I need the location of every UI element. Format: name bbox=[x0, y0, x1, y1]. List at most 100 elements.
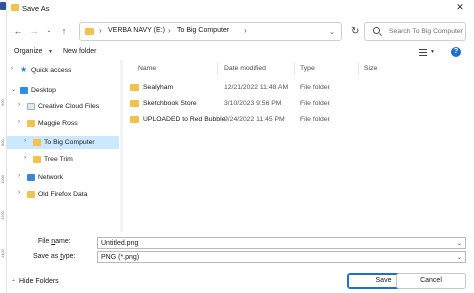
file-type: File folder bbox=[300, 100, 330, 107]
nav-item-label: Network bbox=[38, 174, 63, 181]
chevron-down-icon: ▼ bbox=[48, 49, 53, 55]
address-bar[interactable]: › VERBA NAVY (E:) › To Big Computer › bbox=[79, 22, 342, 41]
command-bar: Organize ▼ New folder ▼ ? bbox=[7, 46, 474, 60]
ruler-mark: 800 bbox=[0, 139, 5, 146]
nav-item-maggie-ross[interactable]: › Maggie Ross bbox=[7, 117, 119, 130]
chevron-right-icon[interactable]: › bbox=[11, 66, 13, 72]
table-row[interactable]: Sealyham 12/21/2022 11:48 AM File folder bbox=[124, 81, 474, 94]
folder-icon bbox=[130, 84, 139, 91]
column-divider[interactable] bbox=[217, 63, 218, 75]
search-icon bbox=[373, 27, 380, 34]
file-name-value[interactable]: Untitled.png bbox=[101, 240, 138, 247]
nav-item-label: Tree Trim bbox=[44, 156, 73, 163]
help-icon[interactable]: ? bbox=[451, 47, 461, 57]
nav-item-network[interactable]: › Network bbox=[7, 171, 119, 184]
folder-icon bbox=[11, 4, 19, 11]
file-name-field[interactable]: Untitled.png ⌄ bbox=[97, 237, 466, 249]
file-name-label: File name: bbox=[38, 238, 71, 245]
network-icon bbox=[27, 174, 35, 181]
column-header-date[interactable]: Date modified bbox=[224, 65, 266, 72]
nav-item-label: Creative Cloud Files bbox=[38, 103, 100, 110]
folder-icon bbox=[33, 156, 41, 163]
nav-item-creative-cloud[interactable]: › Creative Cloud Files bbox=[7, 100, 119, 113]
breadcrumb-chevron-icon[interactable]: › bbox=[244, 26, 247, 35]
ruler-mark: 1200 bbox=[0, 211, 5, 220]
save-as-dialog: Save As ✕ ← → ⌄ ↑ › VERBA NAVY (E:) › To… bbox=[7, 0, 474, 293]
breadcrumb-folder[interactable]: To Big Computer bbox=[177, 27, 229, 34]
file-date: 9/24/2022 11:45 PM bbox=[224, 116, 285, 123]
chevron-right-icon[interactable]: › bbox=[24, 155, 26, 161]
up-arrow-icon[interactable]: ↑ bbox=[59, 25, 69, 37]
address-row: ← → ⌄ ↑ › VERBA NAVY (E:) › To Big Compu… bbox=[7, 20, 474, 42]
view-options-icon[interactable] bbox=[419, 49, 427, 56]
folder-icon bbox=[33, 139, 41, 146]
close-icon[interactable]: ✕ bbox=[454, 2, 466, 13]
folder-icon bbox=[130, 116, 139, 123]
navigation-pane: › ★ Quick access ⌄ Desktop › Creative Cl… bbox=[7, 60, 119, 232]
table-row[interactable]: UPLOADED to Red Bubble 9/24/2022 11:45 P… bbox=[124, 113, 474, 126]
breadcrumb-drive[interactable]: VERBA NAVY (E:) bbox=[108, 27, 165, 34]
back-arrow-icon[interactable]: ← bbox=[13, 25, 23, 37]
chevron-up-icon[interactable]: ⌃ bbox=[11, 279, 16, 286]
nav-item-tree-trim[interactable]: › Tree Trim bbox=[7, 153, 119, 166]
label-text: ame: bbox=[55, 238, 71, 245]
forward-arrow-icon[interactable]: → bbox=[29, 25, 39, 37]
nav-item-label: Maggie Ross bbox=[38, 120, 78, 127]
nav-item-label: To Big Computer bbox=[44, 139, 95, 146]
refresh-icon[interactable]: ↻ bbox=[351, 26, 359, 37]
new-folder-button[interactable]: New folder bbox=[63, 48, 96, 55]
file-name: Sealyham bbox=[143, 84, 174, 91]
file-type: File folder bbox=[300, 116, 330, 123]
nav-item-label: Desktop bbox=[31, 87, 56, 94]
chevron-down-icon[interactable]: ⌄ bbox=[44, 25, 54, 37]
file-date: 3/10/2023 9:56 PM bbox=[224, 100, 282, 107]
chevron-down-icon[interactable]: ⌄ bbox=[457, 254, 462, 261]
column-header-type[interactable]: Type bbox=[300, 65, 315, 72]
nav-item-old-firefox-data[interactable]: › Old Firefox Data bbox=[7, 188, 119, 201]
table-row[interactable]: Sketchbook Store 3/10/2023 9:56 PM File … bbox=[124, 97, 474, 110]
cancel-button[interactable]: Cancel bbox=[396, 273, 466, 289]
address-dropdown-icon[interactable]: ⌄ bbox=[329, 28, 335, 36]
file-name: Sketchbook Store bbox=[143, 100, 197, 107]
nav-item-label: Old Firefox Data bbox=[38, 191, 88, 198]
chevron-down-icon[interactable]: ⌄ bbox=[11, 86, 16, 93]
column-header-size[interactable]: Size bbox=[364, 65, 377, 72]
save-type-value: PNG (*.png) bbox=[101, 254, 140, 261]
dialog-title: Save As bbox=[22, 4, 50, 13]
folder-icon bbox=[130, 100, 139, 107]
column-divider[interactable] bbox=[358, 63, 359, 75]
user-folder-icon bbox=[27, 120, 35, 127]
save-type-label: Save as type: bbox=[33, 253, 75, 260]
breadcrumb-chevron-icon[interactable]: › bbox=[168, 26, 171, 35]
file-type: File folder bbox=[300, 84, 330, 91]
file-list: Name Date modified Type Size Sealyham 12… bbox=[124, 60, 474, 232]
chevron-right-icon[interactable]: › bbox=[18, 119, 20, 125]
nav-scrollbar[interactable] bbox=[120, 60, 123, 232]
cloud-icon bbox=[27, 103, 35, 110]
nav-item-quick-access[interactable]: › ★ Quick access bbox=[7, 64, 119, 77]
app-side-strip: 600 800 1000 1200 1400 bbox=[0, 0, 7, 293]
search-input[interactable]: Search To Big Computer bbox=[364, 22, 466, 41]
title-bar: Save As ✕ bbox=[7, 0, 474, 16]
nav-item-to-big-computer[interactable]: › To Big Computer bbox=[7, 136, 119, 149]
star-icon: ★ bbox=[20, 65, 28, 74]
column-divider[interactable] bbox=[294, 63, 295, 75]
chevron-down-icon[interactable]: ▼ bbox=[430, 49, 435, 55]
search-placeholder: Search To Big Computer bbox=[389, 28, 463, 35]
app-icon bbox=[0, 2, 6, 10]
chevron-down-icon[interactable]: ⌄ bbox=[457, 240, 462, 247]
breadcrumb-chevron-icon[interactable]: › bbox=[99, 26, 102, 35]
save-type-select[interactable]: PNG (*.png) ⌄ bbox=[97, 251, 466, 263]
organize-button[interactable]: Organize bbox=[14, 48, 42, 55]
column-header-name[interactable]: Name bbox=[138, 65, 156, 72]
chevron-right-icon[interactable]: › bbox=[24, 138, 26, 144]
chevron-right-icon[interactable]: › bbox=[18, 173, 20, 179]
nav-item-desktop[interactable]: ⌄ Desktop bbox=[7, 84, 119, 97]
hide-folders-button[interactable]: Hide Folders bbox=[19, 278, 59, 285]
chevron-right-icon[interactable]: › bbox=[18, 102, 20, 108]
chevron-right-icon[interactable]: › bbox=[18, 190, 20, 196]
folder-icon bbox=[27, 191, 35, 198]
label-text: Save as bbox=[33, 253, 61, 260]
folder-icon bbox=[85, 28, 94, 35]
label-text: File bbox=[38, 238, 52, 245]
